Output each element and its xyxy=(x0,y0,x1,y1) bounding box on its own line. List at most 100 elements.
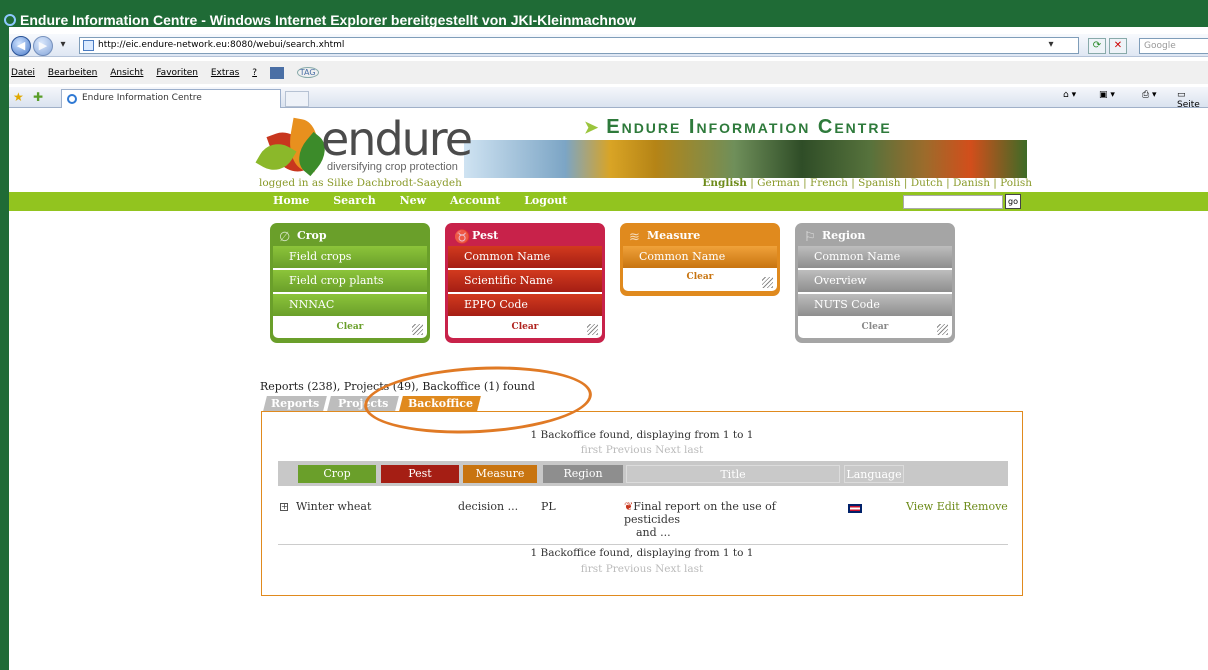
measure-panel: ≋ Measure Common Name Clear xyxy=(620,223,780,296)
column-pest[interactable]: Pest xyxy=(381,465,459,483)
pest-scientific-name[interactable]: Scientific Name xyxy=(448,270,602,292)
column-region[interactable]: Region xyxy=(543,465,623,483)
tag-icon[interactable]: TAG xyxy=(296,67,319,78)
menu-datei[interactable]: Datei xyxy=(11,68,35,78)
favorites-star-icon[interactable]: ★ xyxy=(13,90,24,104)
language-english[interactable]: English xyxy=(702,177,747,189)
measure-panel-title: Measure xyxy=(647,229,701,242)
history-dropdown-icon[interactable]: ▾ xyxy=(56,38,70,54)
url-input[interactable]: http://eic.endure-network.eu:8080/webui/… xyxy=(79,37,1079,54)
measure-common-name[interactable]: Common Name xyxy=(623,246,777,268)
url-text: http://eic.endure-network.eu:8080/webui/… xyxy=(98,40,345,50)
pest-clear-button[interactable]: Clear xyxy=(448,318,602,340)
region-common-name[interactable]: Common Name xyxy=(798,246,952,268)
language-others[interactable]: | German | French | Spanish | Dutch | Da… xyxy=(750,177,1032,189)
expand-icon[interactable]: + xyxy=(280,503,288,511)
row-crop: Winter wheat xyxy=(296,500,372,513)
table-row: + Winter wheat decision ... PL ❦Final rep… xyxy=(278,500,1008,540)
banner-image xyxy=(464,140,1027,178)
ie-icon xyxy=(4,14,16,26)
add-favorite-icon[interactable]: ✚ xyxy=(33,90,43,104)
flag-icon: ⚐ xyxy=(804,230,816,245)
endure-logo[interactable]: endure diversifying crop protection xyxy=(255,112,479,179)
address-bar: ◀ ▶ ▾ http://eic.endure-network.eu:8080/… xyxy=(9,34,1208,57)
home-icon[interactable]: ⌂ ▾ xyxy=(1063,90,1076,100)
menu-extras[interactable]: Extras xyxy=(211,68,239,78)
stop-icon[interactable]: ✕ xyxy=(1109,38,1127,54)
wave-icon: ≋ xyxy=(629,230,640,245)
go-button[interactable]: go xyxy=(1005,194,1021,209)
crop-field-crop-plants[interactable]: Field crop plants xyxy=(273,270,427,292)
back-icon[interactable]: ◀ xyxy=(11,36,31,56)
pest-common-name[interactable]: Common Name xyxy=(448,246,602,268)
pest-eppo-code[interactable]: EPPO Code xyxy=(448,294,602,316)
browser-tab[interactable]: Endure Information Centre xyxy=(61,89,281,108)
banner-title: ➤ Endure Information Centre xyxy=(584,116,892,139)
menu-favoriten[interactable]: Favoriten xyxy=(156,68,198,78)
column-measure[interactable]: Measure xyxy=(463,465,537,483)
page-menu-label: Seite xyxy=(1177,100,1200,110)
nav-new[interactable]: New xyxy=(400,194,427,207)
nav-search[interactable]: Search xyxy=(333,194,376,207)
column-language[interactable]: Language xyxy=(844,465,904,483)
forward-icon[interactable]: ▶ xyxy=(33,36,53,56)
print-icon[interactable]: ⎙ ▾ xyxy=(1142,90,1157,100)
page-icon xyxy=(83,40,94,51)
row-actions: View Edit Remove xyxy=(906,500,1008,513)
pest-panel: ♉ Pest Common Name Scientific Name EPPO C… xyxy=(445,223,605,343)
remove-link[interactable]: Remove xyxy=(963,500,1008,513)
arrow-icon: ➤ xyxy=(584,118,601,137)
nav-home[interactable]: Home xyxy=(273,194,309,207)
web-page: endure diversifying crop protection ➤ End… xyxy=(9,112,1208,670)
refresh-icon[interactable]: ⟳ xyxy=(1088,38,1106,54)
region-clear-button[interactable]: Clear xyxy=(798,318,952,340)
pager-top[interactable]: first Previous Next last xyxy=(262,444,1022,456)
pager-bottom[interactable]: first Previous Next last xyxy=(262,563,1022,575)
resize-grip-icon[interactable] xyxy=(762,277,773,288)
site-search-input[interactable] xyxy=(903,195,1003,209)
region-overview[interactable]: Overview xyxy=(798,270,952,292)
resize-grip-icon[interactable] xyxy=(412,324,423,335)
bug-icon: ♉ xyxy=(454,230,471,245)
crop-nnnac[interactable]: NNNAC xyxy=(273,294,427,316)
language-switcher[interactable]: English | German | French | Spanish | Du… xyxy=(702,177,1032,189)
region-nuts-code[interactable]: NUTS Code xyxy=(798,294,952,316)
resize-grip-icon[interactable] xyxy=(587,324,598,335)
region-panel-body: Common Name Overview NUTS Code Clear xyxy=(798,246,952,338)
crop-panel: ∅ Crop Field crops Field crop plants NNNA… xyxy=(270,223,430,343)
region-panel-header: ⚐ Region xyxy=(798,225,952,246)
logo-tagline: diversifying crop protection xyxy=(325,161,460,173)
tab-reports[interactable]: Reports xyxy=(263,396,327,411)
view-link[interactable]: View xyxy=(906,500,933,513)
menu-bearbeiten[interactable]: Bearbeiten xyxy=(48,68,97,78)
region-panel-title: Region xyxy=(822,229,866,242)
ie-icon xyxy=(67,94,77,104)
feeds-icon[interactable]: ▣ ▾ xyxy=(1099,90,1115,100)
nav-logout[interactable]: Logout xyxy=(524,194,567,207)
nav-account[interactable]: Account xyxy=(450,194,500,207)
window-titlebar: Endure Information Centre - Windows Inte… xyxy=(0,0,1208,27)
logged-in-text: logged in as Silke Dachbrodt-Saaydeh xyxy=(259,177,462,189)
resize-grip-icon[interactable] xyxy=(937,324,948,335)
crop-clear-button[interactable]: Clear xyxy=(273,318,427,340)
url-dropdown-icon[interactable]: ▾ xyxy=(1045,38,1057,54)
crop-panel-header: ∅ Crop xyxy=(273,225,427,246)
table-header: Crop Pest Measure Region Title Language xyxy=(278,461,1008,486)
edit-link[interactable]: Edit xyxy=(937,500,960,513)
toolbar-icon[interactable] xyxy=(269,66,284,79)
menu-help[interactable]: ? xyxy=(252,68,257,78)
google-search-input[interactable]: Google xyxy=(1139,38,1208,54)
column-crop[interactable]: Crop xyxy=(298,465,376,483)
main-nav: Home Search New Account Logout xyxy=(273,194,587,207)
endure-leaf-icon: ❦ xyxy=(624,500,634,513)
column-title[interactable]: Title xyxy=(626,465,840,483)
measure-clear-button[interactable]: Clear xyxy=(623,270,777,292)
found-count-top: 1 Backoffice found, displaying from 1 to… xyxy=(530,429,754,441)
page-menu[interactable]: ▭ Seite xyxy=(1177,90,1208,110)
new-tab-button[interactable] xyxy=(285,91,309,107)
tab-bar: ★ ✚ Endure Information Centre ⌂ ▾ ▣ ▾ ⎙ … xyxy=(9,87,1208,110)
crop-field-crops[interactable]: Field crops xyxy=(273,246,427,268)
row-title[interactable]: ❦Final report on the use of pesticides an… xyxy=(624,500,824,539)
login-line: logged in as Silke Dachbrodt-Saaydeh Eng… xyxy=(259,177,1032,191)
menu-ansicht[interactable]: Ansicht xyxy=(110,68,143,78)
